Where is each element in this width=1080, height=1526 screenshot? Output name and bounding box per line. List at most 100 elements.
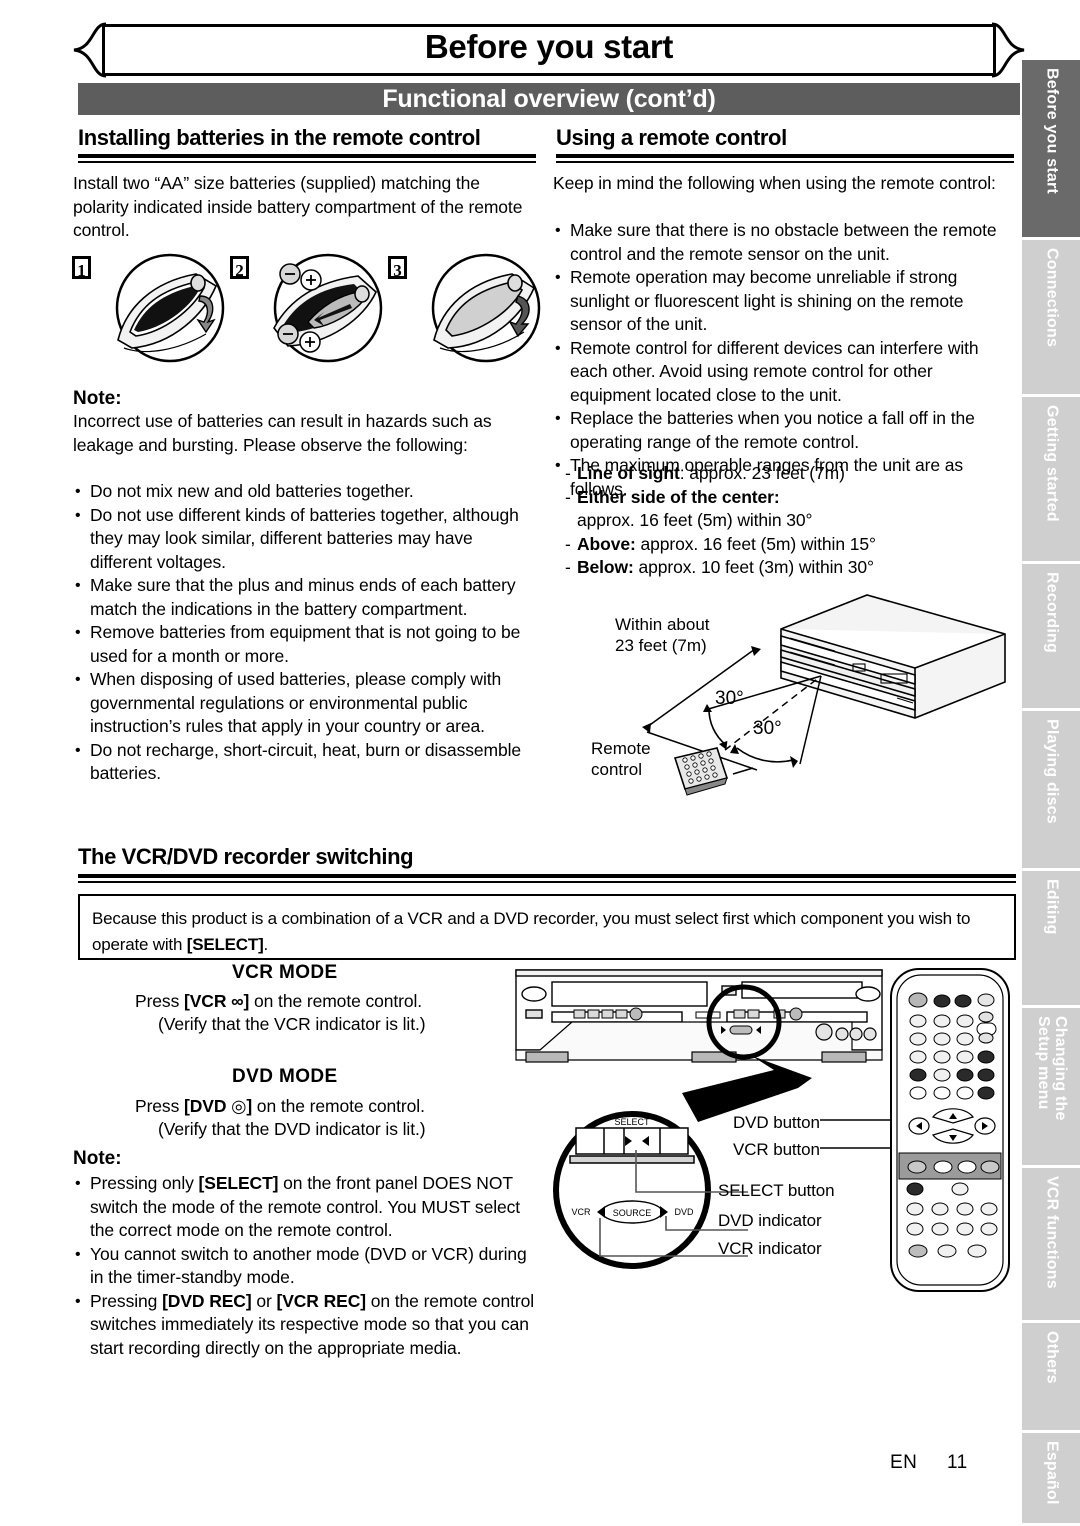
text: on the remote control. <box>249 991 423 1011</box>
left-note-intro: Incorrect use of batteries can result in… <box>73 411 492 455</box>
chapter-banner: Before you start <box>73 22 1025 80</box>
list-item: Remote operation may become unreliable i… <box>553 266 1015 337</box>
text: Pressing <box>90 1290 163 1311</box>
vcr-mode-line1: Press [VCR ∞] on the remote control. <box>135 990 535 1014</box>
range-distance-label: Within about 23 feet (7m) <box>615 615 710 655</box>
range-label: Either side of the center: <box>577 486 780 507</box>
tab-label: Español <box>1043 1441 1061 1505</box>
text: or <box>251 1290 277 1311</box>
sidebar-tab-others[interactable]: Others <box>1022 1323 1080 1433</box>
callout-vcr-button: VCR button <box>733 1140 820 1159</box>
footer-page-number: 11 <box>947 1452 968 1473</box>
right-bullets: Make sure that there is no obstacle betw… <box>553 219 1015 501</box>
dvd-disc-icon: ◎ <box>231 1096 247 1116</box>
list-item: Replace the batteries when you notice a … <box>553 407 1015 454</box>
sidebar-tab-recording[interactable]: Recording <box>1022 564 1080 711</box>
section-title: Functional overview (cont’d) <box>382 85 716 113</box>
chapter-tab-rail: Before you start Connections Getting sta… <box>1022 60 1080 1526</box>
chapter-title: Before you start <box>424 28 674 65</box>
range-list: Line of sight: approx. 23 feet (7m) Eith… <box>563 462 1015 580</box>
angle-label-upper: 30° <box>715 688 744 709</box>
right-column-heading: Using a remote control <box>556 125 787 150</box>
sidebar-tab-vcr-functions[interactable]: VCR functions <box>1022 1168 1080 1323</box>
select-detail-dvd-text: DVD <box>674 1207 694 1217</box>
switching-info-box: Because this product is a combination of… <box>78 894 1016 960</box>
select-detail-select-text: SELECT <box>614 1117 650 1127</box>
bottom-note-label: Note: <box>73 1148 122 1169</box>
box-text-after: . <box>263 935 269 954</box>
vcr-mode-line2: (Verify that the VCR indicator is lit.) <box>158 1014 426 1034</box>
range-line-sight: Line of sight: approx. 23 feet (7m) <box>563 462 1015 486</box>
manual-page: Before you start Functional overview (co… <box>0 0 1080 1526</box>
right-intro-text: Keep in mind the following when using th… <box>553 173 996 193</box>
dvd-mode-title: DVD MODE <box>232 1066 338 1087</box>
list-item: Pressing only [SELECT] on the front pane… <box>73 1172 535 1243</box>
sidebar-tab-editing[interactable]: Editing <box>1022 871 1080 1008</box>
step-number-3: 3 <box>388 256 407 280</box>
step-number-2: 2 <box>230 256 249 280</box>
vcr-tape-icon: ∞ <box>231 991 244 1011</box>
left-heading-rule <box>78 154 536 163</box>
list-item: Do not mix new and old batteries togethe… <box>73 480 535 504</box>
range-value: approx. 16 feet (5m) within 15° <box>635 533 876 554</box>
remote-svg <box>890 968 1010 1292</box>
dvd-rec-key-label: [DVD REC] <box>162 1290 252 1311</box>
sidebar-tab-playing-discs[interactable]: Playing discs <box>1022 711 1080 871</box>
dvd-mode-line2: (Verify that the DVD indicator is lit.) <box>158 1119 426 1139</box>
dvd-mode-line1: Press [DVD ◎] on the remote control. <box>135 1095 535 1119</box>
list-item: Make sure that there is no obstacle betw… <box>553 219 1015 266</box>
tab-label: Recording <box>1043 572 1061 653</box>
battery-step2-illustration <box>273 253 383 363</box>
list-item: Make sure that the plus and minus ends o… <box>73 574 535 621</box>
callout-select-button: SELECT button <box>718 1181 835 1200</box>
sidebar-tab-getting-started[interactable]: Getting started <box>1022 397 1080 564</box>
tab-label: Editing <box>1043 879 1061 935</box>
text: You cannot switch to another mode (DVD o… <box>90 1243 527 1288</box>
callout-dvd-button: DVD button <box>733 1113 820 1132</box>
angle-label-lower: 30° <box>753 718 782 739</box>
battery-step3-illustration <box>431 253 541 363</box>
sidebar-tab-connections[interactable]: Connections <box>1022 240 1080 397</box>
list-item: Remove batteries from equipment that is … <box>73 621 535 668</box>
vcr-rec-key-label: [VCR REC] <box>276 1290 366 1311</box>
text: Press <box>135 991 184 1011</box>
select-key-label: [SELECT] <box>198 1173 279 1193</box>
text: Pressing only <box>90 1173 199 1193</box>
tab-label: Others <box>1043 1331 1061 1384</box>
list-item: Do not recharge, short-circuit, heat, bu… <box>73 739 535 786</box>
switching-heading-rule <box>78 874 1016 883</box>
range-either-side-value: approx. 16 feet (5m) within 30° <box>563 509 1015 533</box>
tab-label: Playing discs <box>1043 719 1061 824</box>
left-note-label: Note: <box>73 388 122 409</box>
sidebar-tab-espanol[interactable]: Español <box>1022 1433 1080 1526</box>
remote-range-diagram: Within about 23 feet (7m) Remote control… <box>585 592 1015 817</box>
range-value: approx. 10 feet (3m) within 30° <box>633 557 875 577</box>
range-label: Below: <box>577 557 634 577</box>
range-below: Below: approx. 10 feet (3m) within 30° <box>563 556 1015 580</box>
left-intro-text: Install two “AA” size batteries (supplie… <box>73 173 523 240</box>
sidebar-tab-changing-setup-menu[interactable]: Changing the Setup menu <box>1022 1008 1080 1168</box>
tab-label: Connections <box>1043 248 1061 348</box>
section-title-bar: Functional overview (cont’d) <box>78 83 1020 115</box>
text: on the remote control. <box>252 1096 425 1116</box>
range-label: Line of sight <box>577 463 680 483</box>
dvd-key-label: [DVD <box>184 1096 232 1116</box>
box-text-key: [SELECT] <box>186 935 264 954</box>
tab-label: Before you start <box>1043 68 1061 194</box>
battery-install-figure: 1 2 3 <box>72 252 542 364</box>
battery-step1-illustration <box>115 253 225 363</box>
tab-label: Changing the Setup menu <box>1035 1016 1069 1121</box>
text: Press <box>135 1096 184 1116</box>
range-value: approx. 23 feet (7m) <box>684 463 845 483</box>
sidebar-tab-before-you-start[interactable]: Before you start <box>1022 60 1080 240</box>
list-item: Pressing [DVD REC] or [VCR REC] on the r… <box>73 1290 535 1361</box>
footer-language: EN <box>890 1452 918 1473</box>
right-heading-rule <box>556 154 1014 163</box>
tab-label: VCR functions <box>1043 1176 1061 1289</box>
remote-control-illustration <box>885 965 1015 1295</box>
vcr-key-label: [VCR <box>184 991 232 1011</box>
switching-heading: The VCR/DVD recorder switching <box>78 844 414 869</box>
left-column-heading: Installing batteries in the remote contr… <box>78 125 481 150</box>
left-note-bullets: Do not mix new and old batteries togethe… <box>73 480 535 786</box>
remote-control-label: Remote control <box>591 739 651 779</box>
